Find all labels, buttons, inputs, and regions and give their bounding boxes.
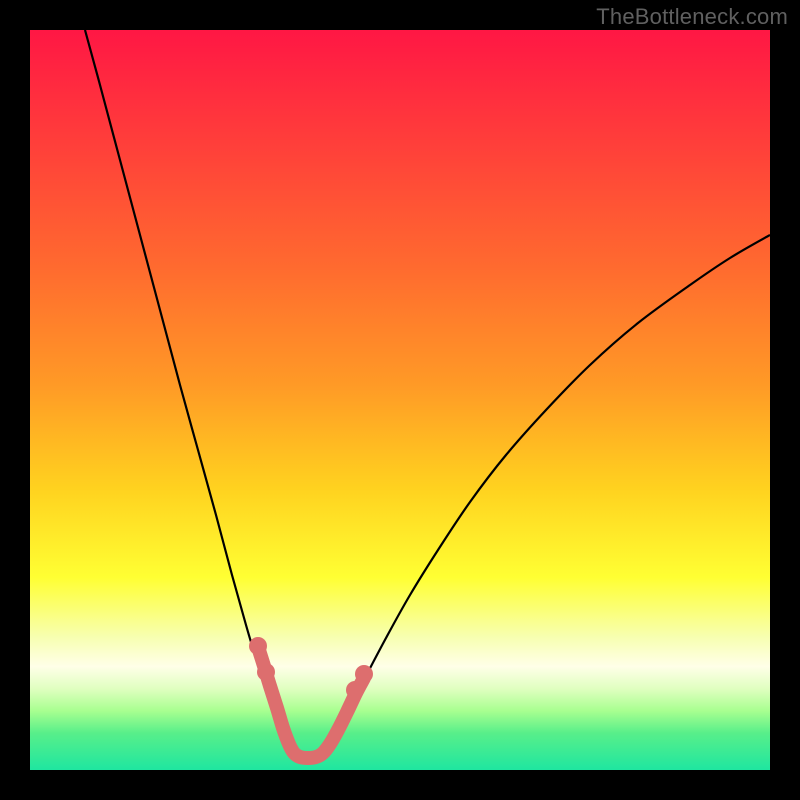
floor-dot	[355, 665, 373, 683]
watermark-text: TheBottleneck.com	[596, 4, 788, 30]
outer-frame: TheBottleneck.com	[0, 0, 800, 800]
floor-dot	[346, 681, 364, 699]
floor-dot	[257, 663, 275, 681]
gradient-background	[30, 30, 770, 770]
chart-svg	[30, 30, 770, 770]
plot-area	[30, 30, 770, 770]
floor-dot	[249, 637, 267, 655]
